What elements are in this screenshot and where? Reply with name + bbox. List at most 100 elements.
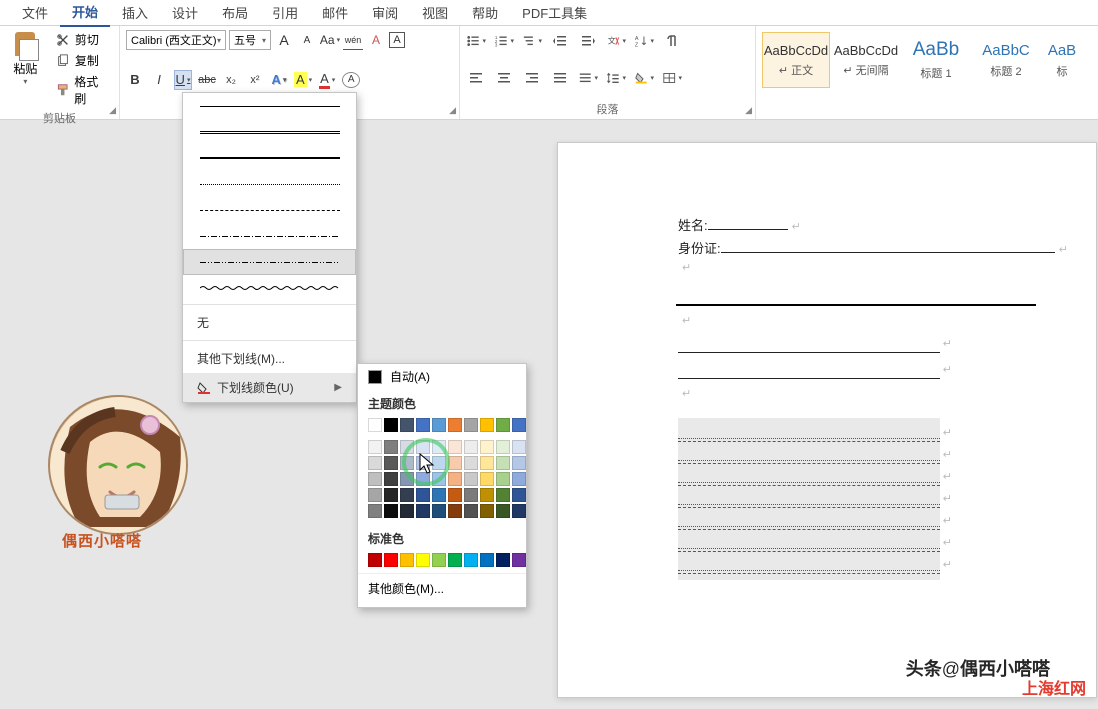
color-swatch[interactable] [448, 418, 462, 432]
indent-decrease-button[interactable] [550, 32, 570, 50]
tab-help[interactable]: 帮助 [460, 0, 510, 26]
clear-format-button[interactable]: A [366, 30, 386, 50]
strikethrough-button[interactable]: abc [198, 70, 216, 90]
color-swatch[interactable] [496, 440, 510, 454]
color-swatch[interactable] [512, 456, 526, 470]
color-swatch[interactable] [432, 440, 446, 454]
color-swatch[interactable] [384, 456, 398, 470]
color-swatch[interactable] [368, 553, 382, 567]
color-swatch[interactable] [480, 504, 494, 518]
color-swatch[interactable] [384, 418, 398, 432]
font-size-select[interactable]: 五号▾ [229, 30, 271, 50]
color-swatch[interactable] [368, 472, 382, 486]
line-spacing-button[interactable] [606, 69, 626, 87]
color-swatch[interactable] [400, 440, 414, 454]
shrink-font-button[interactable]: A [297, 30, 317, 50]
color-swatch[interactable] [400, 553, 414, 567]
underline-none[interactable]: 无 [183, 308, 356, 337]
underline-more-styles[interactable]: 其他下划线(M)... [183, 344, 356, 373]
tab-references[interactable]: 引用 [260, 0, 310, 26]
color-swatch[interactable] [416, 456, 430, 470]
style-no-spacing[interactable]: AaBbCcDd ↵ 无间隔 [832, 32, 900, 88]
color-swatch[interactable] [496, 553, 510, 567]
color-swatch[interactable] [480, 472, 494, 486]
color-swatch[interactable] [464, 418, 478, 432]
color-swatch[interactable] [448, 472, 462, 486]
sort-button[interactable]: AZ [634, 32, 654, 50]
color-swatch[interactable] [432, 504, 446, 518]
color-swatch[interactable] [416, 488, 430, 502]
tab-pdf[interactable]: PDF工具集 [510, 0, 599, 26]
paragraph-expand[interactable]: ◢ [745, 105, 752, 116]
color-swatch[interactable] [432, 488, 446, 502]
change-case-button[interactable]: Aa [320, 30, 340, 50]
highlight-button[interactable]: A [294, 70, 312, 90]
color-swatch[interactable] [400, 488, 414, 502]
underline-style-dotted[interactable] [183, 171, 356, 197]
bold-button[interactable]: B [126, 70, 144, 90]
copy-button[interactable]: 复制 [51, 51, 113, 70]
color-swatch[interactable] [496, 472, 510, 486]
color-swatch[interactable] [416, 418, 430, 432]
underline-color-submenu[interactable]: 下划线颜色(U) ▶ [183, 373, 356, 402]
shading-button[interactable] [634, 69, 654, 87]
bullets-button[interactable] [466, 32, 486, 50]
paste-button[interactable]: 粘贴 ▾ [6, 30, 45, 108]
color-swatch[interactable] [432, 418, 446, 432]
color-swatch[interactable] [400, 418, 414, 432]
superscript-button[interactable]: x² [246, 70, 264, 90]
color-swatch[interactable] [480, 456, 494, 470]
grow-font-button[interactable]: A [274, 30, 294, 50]
indent-increase-button[interactable] [578, 32, 598, 50]
clipboard-expand[interactable]: ◢ [109, 105, 116, 116]
color-swatch[interactable] [496, 418, 510, 432]
color-swatch[interactable] [448, 440, 462, 454]
char-border-button[interactable]: A [389, 32, 405, 48]
color-swatch[interactable] [368, 440, 382, 454]
color-swatch[interactable] [512, 418, 526, 432]
underline-style-single[interactable] [183, 93, 356, 119]
underline-style-dot-dot-dash[interactable] [183, 249, 356, 275]
color-swatch[interactable] [496, 456, 510, 470]
color-swatch[interactable] [432, 456, 446, 470]
color-swatch[interactable] [400, 472, 414, 486]
underline-style-dot-dash[interactable] [183, 223, 356, 249]
color-swatch[interactable] [384, 504, 398, 518]
color-swatch[interactable] [512, 440, 526, 454]
color-swatch[interactable] [512, 472, 526, 486]
style-heading2[interactable]: AaBbC 标题 2 [972, 32, 1040, 88]
color-swatch[interactable] [464, 456, 478, 470]
color-swatch[interactable] [464, 488, 478, 502]
color-swatch[interactable] [384, 440, 398, 454]
align-distribute-button[interactable] [578, 69, 598, 87]
color-swatch[interactable] [464, 504, 478, 518]
color-swatch[interactable] [464, 553, 478, 567]
color-swatch[interactable] [400, 504, 414, 518]
tab-review[interactable]: 审阅 [360, 0, 410, 26]
underline-style-double[interactable] [183, 119, 356, 145]
borders-button[interactable] [662, 69, 682, 87]
format-painter-button[interactable]: 格式刷 [51, 72, 113, 108]
color-swatch[interactable] [448, 456, 462, 470]
color-swatch[interactable] [384, 472, 398, 486]
tab-home[interactable]: 开始 [60, 0, 110, 27]
color-swatch[interactable] [464, 440, 478, 454]
tab-design[interactable]: 设计 [160, 0, 210, 26]
color-swatch[interactable] [448, 488, 462, 502]
phonetic-guide-button[interactable]: wén [343, 30, 363, 50]
tab-file[interactable]: 文件 [10, 0, 60, 26]
underline-style-thick[interactable] [183, 145, 356, 171]
subscript-button[interactable]: x₂ [222, 70, 240, 90]
color-swatch[interactable] [512, 488, 526, 502]
color-swatch[interactable] [368, 418, 382, 432]
color-auto[interactable]: 自动(A) [358, 364, 526, 389]
cut-button[interactable]: 剪切 [51, 30, 113, 49]
numbering-button[interactable]: 123 [494, 32, 514, 50]
color-swatch[interactable] [480, 553, 494, 567]
underline-style-dashed[interactable] [183, 197, 356, 223]
color-swatch[interactable] [368, 504, 382, 518]
color-swatch[interactable] [480, 440, 494, 454]
color-swatch[interactable] [384, 488, 398, 502]
tab-mailings[interactable]: 邮件 [310, 0, 360, 26]
color-swatch[interactable] [368, 488, 382, 502]
